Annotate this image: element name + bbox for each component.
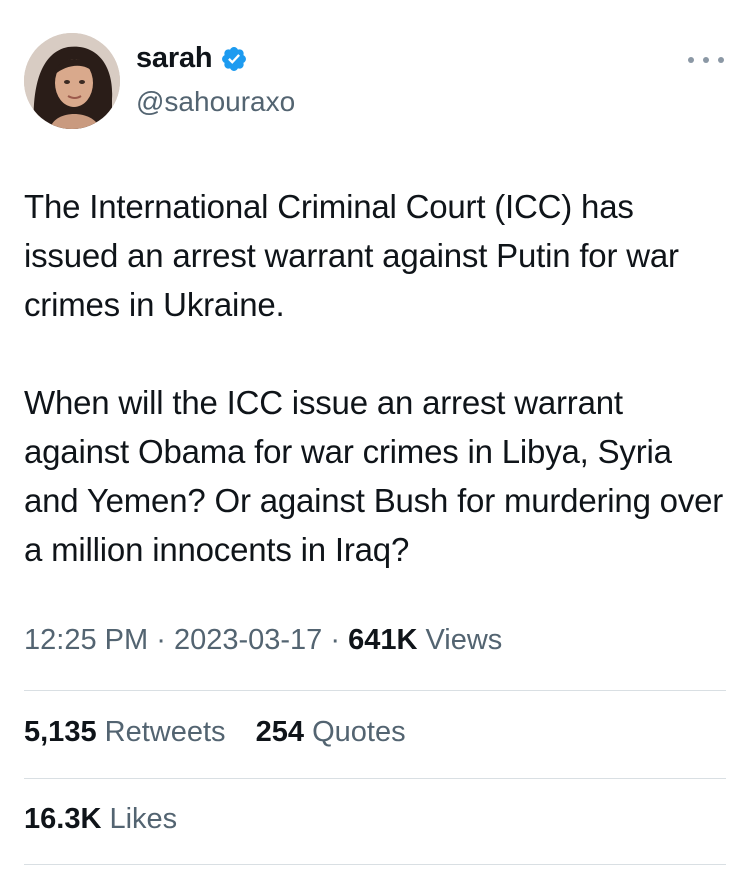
retweets-stat[interactable]: 5,135 Retweets bbox=[24, 716, 234, 748]
quotes-count: 254 bbox=[255, 716, 305, 748]
dot bbox=[703, 57, 709, 63]
divider bbox=[24, 864, 726, 865]
avatar[interactable] bbox=[24, 33, 120, 129]
tweet-paragraph-1: The International Criminal Court (ICC) h… bbox=[24, 188, 679, 323]
quotes-stat[interactable]: 254 Quotes bbox=[256, 716, 406, 748]
author-name[interactable]: sarah bbox=[136, 42, 213, 75]
meta-separator: · bbox=[330, 624, 341, 656]
author-name-row[interactable]: sarah bbox=[136, 42, 248, 75]
tweet-meta: 12:25 PM · 2023-03-17 · 641K Views bbox=[24, 624, 502, 657]
likes-stat[interactable]: 16.3K Likes bbox=[24, 803, 177, 835]
views-label: Views bbox=[425, 624, 503, 656]
likes-label: Likes bbox=[109, 803, 178, 835]
tweet-text: The International Criminal Court (ICC) h… bbox=[24, 182, 724, 574]
meta-separator: · bbox=[156, 624, 166, 656]
likes-count: 16.3K bbox=[24, 803, 102, 835]
likes-row: 16.3K Likes bbox=[24, 803, 177, 836]
tweet-time[interactable]: 12:25 PM bbox=[24, 624, 148, 656]
more-options-icon[interactable] bbox=[688, 50, 724, 70]
author-handle[interactable]: @sahouraxo bbox=[136, 86, 295, 118]
divider bbox=[24, 690, 726, 691]
engagement-row: 5,135 Retweets 254 Quotes bbox=[24, 716, 406, 749]
tweet-date[interactable]: 2023-03-17 bbox=[174, 624, 322, 656]
retweets-label: Retweets bbox=[104, 716, 226, 748]
views-count: 641K bbox=[348, 624, 418, 656]
tweet-paragraph-2: When will the ICC issue an arrest warran… bbox=[24, 384, 724, 568]
retweets-count: 5,135 bbox=[24, 716, 97, 748]
dot bbox=[718, 57, 724, 63]
divider bbox=[24, 778, 726, 779]
avatar-image bbox=[24, 33, 120, 129]
dot bbox=[688, 57, 694, 63]
verified-badge-icon bbox=[222, 46, 247, 71]
quotes-label: Quotes bbox=[312, 716, 406, 748]
